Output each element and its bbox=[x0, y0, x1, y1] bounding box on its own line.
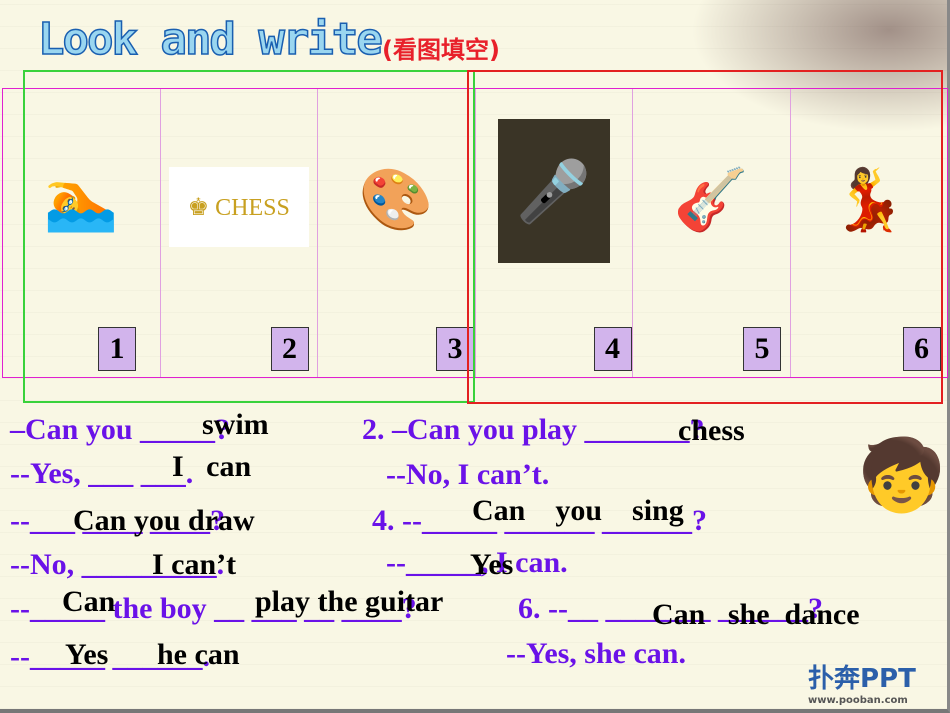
subtitle: (看图填空) bbox=[382, 36, 500, 64]
cartoon-boy-icon: 🧒 bbox=[858, 438, 946, 515]
logo: 扑奔PPT www.pooban.com bbox=[808, 658, 916, 706]
answer-3[interactable]: Can you draw bbox=[73, 504, 255, 538]
answer-5a[interactable]: Can bbox=[62, 585, 115, 619]
answer-4[interactable]: Can you sing bbox=[472, 494, 684, 528]
answer-1-reply[interactable]: I can bbox=[172, 450, 251, 484]
question-2: 2. –Can you play _______? bbox=[362, 413, 705, 446]
title: Look and write bbox=[37, 13, 383, 66]
answer-3-reply[interactable]: I can’t bbox=[152, 548, 236, 582]
answer-4-reply[interactable]: Yes bbox=[470, 548, 513, 582]
answer-5-reply-b[interactable]: he can bbox=[157, 638, 240, 672]
slide: Look and write (看图填空) 🏊 1 ♚ CHESS 2 🎨 3 🎤 4 … bbox=[0, 0, 950, 713]
answer-5b[interactable]: play the guitar bbox=[255, 585, 443, 619]
question-1: –Can you _____? bbox=[10, 413, 231, 446]
answer-1[interactable]: swim bbox=[202, 408, 269, 442]
group-frame-green bbox=[23, 70, 475, 403]
question-2-reply: --No, I can’t. bbox=[386, 458, 550, 491]
logo-text: 扑奔PPT bbox=[808, 664, 916, 694]
group-frame-red bbox=[467, 70, 943, 404]
question-6-reply: --Yes, she can. bbox=[506, 637, 686, 670]
logo-url: www.pooban.com bbox=[808, 695, 908, 706]
answer-2[interactable]: chess bbox=[678, 414, 745, 448]
answer-5-reply-a[interactable]: Yes bbox=[65, 638, 108, 672]
answer-6[interactable]: Can she dance bbox=[652, 598, 860, 632]
question-1-reply: --Yes, ___ ___. bbox=[10, 457, 194, 490]
